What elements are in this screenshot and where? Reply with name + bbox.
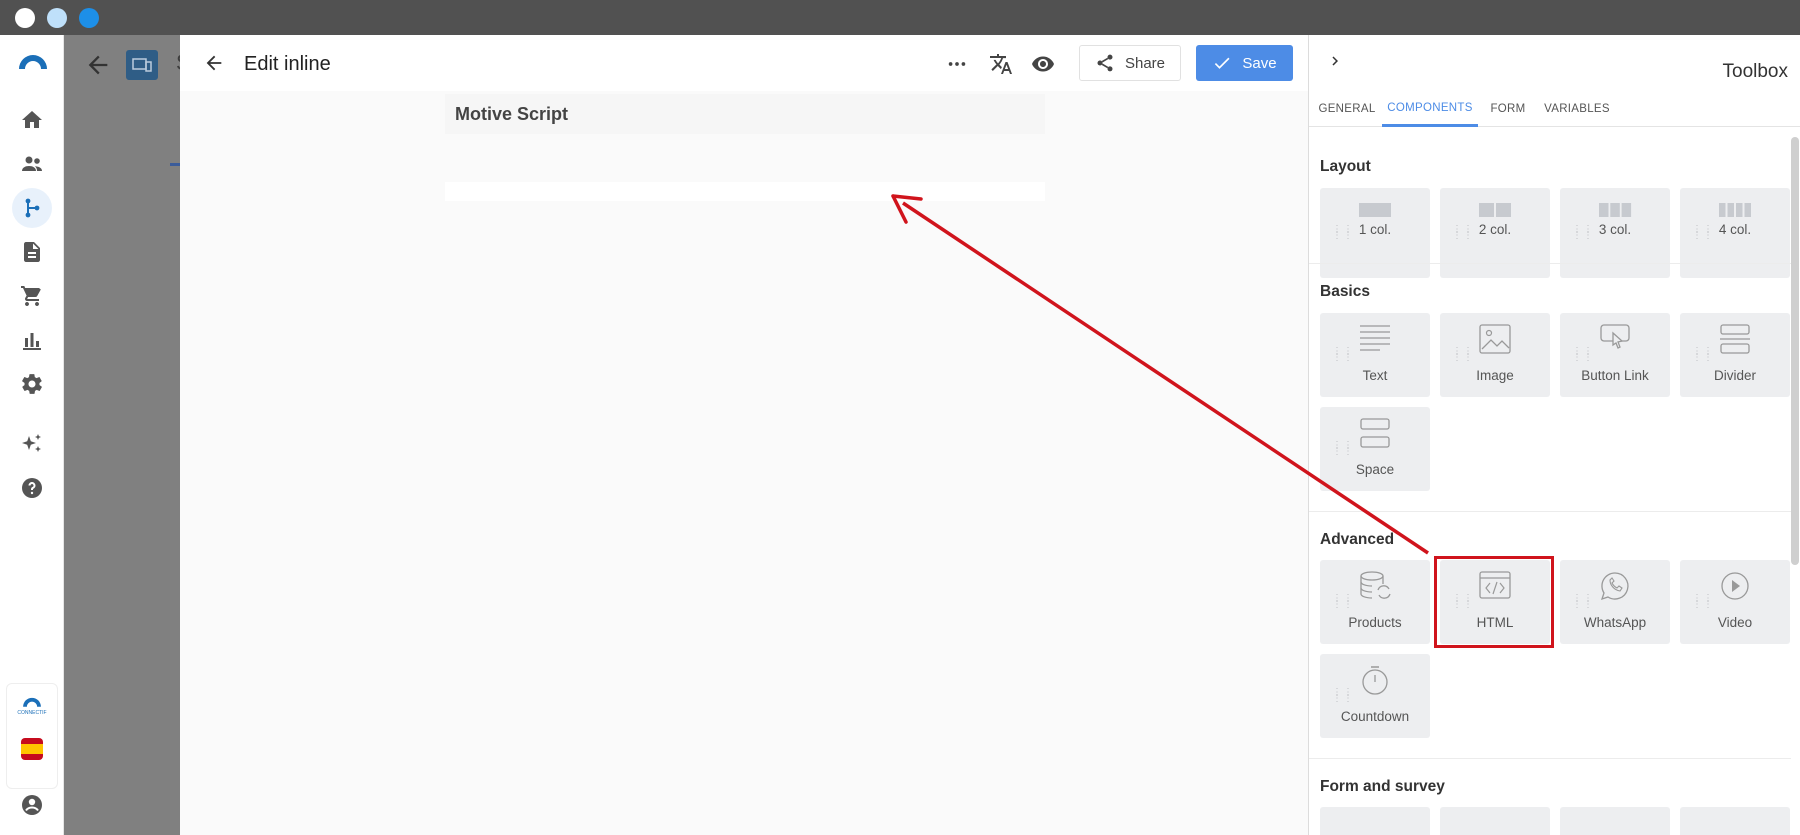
drag-arrow-annotation [891,194,1429,555]
